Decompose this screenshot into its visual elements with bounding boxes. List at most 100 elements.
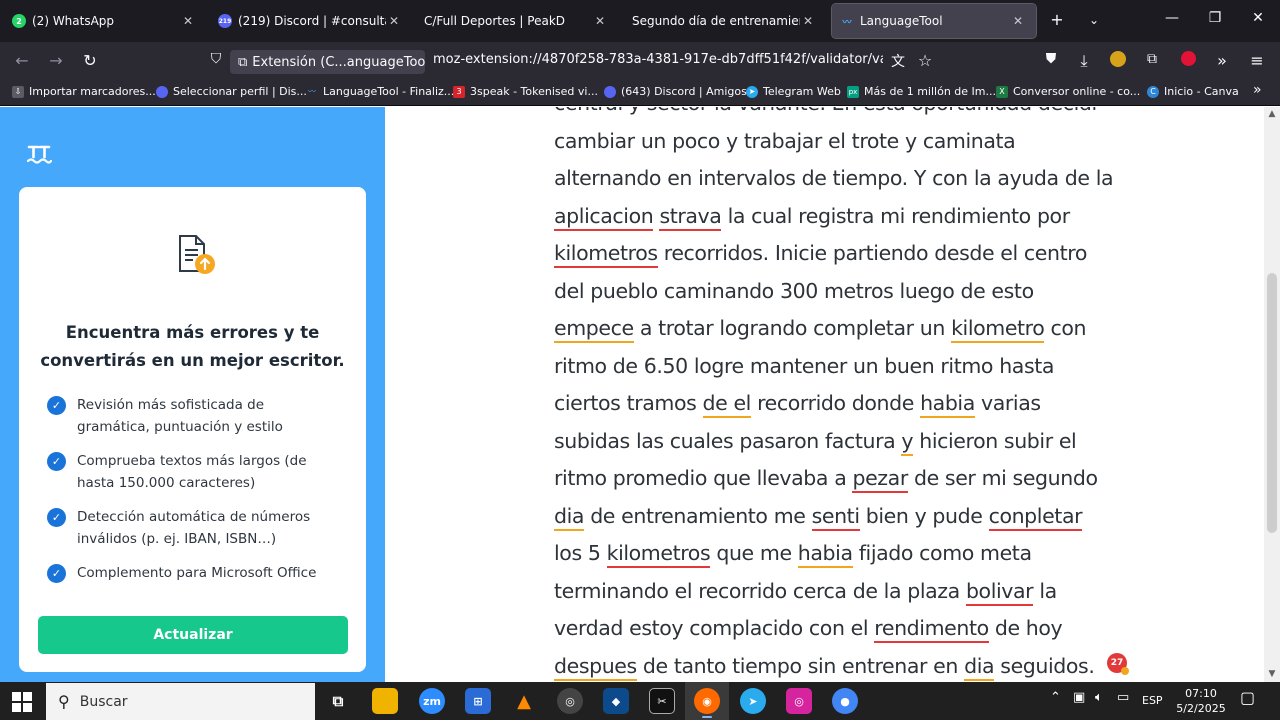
grammar-warning-mark[interactable]: habia <box>920 391 975 418</box>
spelling-error-mark[interactable]: rendimento <box>874 616 989 643</box>
grammar-warning-mark[interactable]: de el <box>702 391 751 418</box>
editor-text: recorrido donde <box>750 391 921 415</box>
new-tab-icon[interactable]: + <box>1046 10 1068 29</box>
back-icon[interactable]: ← <box>11 51 33 70</box>
spelling-error-mark[interactable]: aplicacion <box>554 203 654 231</box>
url-field[interactable]: moz-extension://4870f258-783a-4381-917e-… <box>433 52 883 67</box>
grammar-warning-mark[interactable]: habia <box>797 541 853 568</box>
tab-bar: 2 (2) WhatsApp ✕ 219 (219) Discord | #co… <box>0 0 1280 42</box>
languagetool-icon: 〰 <box>308 87 316 96</box>
tab-list-chevron-icon[interactable]: ⌄ <box>1083 13 1105 27</box>
bookmark-languagetool[interactable]: 〰 LanguageTool - Finaliz... <box>306 85 454 98</box>
editor-text: de entrenamiento me <box>584 503 812 528</box>
close-window-icon[interactable]: ✕ <box>1238 10 1278 26</box>
bookmark-discord-amigos[interactable]: (643) Discord | Amigos <box>604 85 747 98</box>
grammar-warning-mark[interactable]: dia <box>554 503 584 531</box>
import-icon: ⇩ <box>12 85 24 98</box>
bookmark-importar[interactable]: ⇩ Importar marcadores... <box>12 85 156 98</box>
tab-languagetool[interactable]: 〰 LanguageTool ✕ <box>831 3 1037 39</box>
clock[interactable]: 07:10 5/2/2025 <box>1170 686 1232 716</box>
spelling-error-mark[interactable]: senti <box>811 503 860 531</box>
text-editor[interactable]: central y sector la variante. En esta op… <box>554 107 1114 682</box>
grammar-warning-mark[interactable]: dia <box>964 653 995 681</box>
scrollbar-thumb[interactable] <box>1267 273 1277 533</box>
bookmark-conversor[interactable]: X Conversor online - co... <box>996 85 1140 98</box>
firefox-icon[interactable]: ◉ <box>694 688 720 718</box>
downloads-icon[interactable]: ⤓ <box>1073 51 1095 71</box>
grammar-warning-mark[interactable]: empece <box>554 316 634 343</box>
capcut-icon[interactable]: ✂ <box>649 688 675 714</box>
telegram-icon[interactable]: ➤ <box>740 688 766 714</box>
close-tab-icon[interactable]: ✕ <box>800 14 816 28</box>
bookmark-canva[interactable]: C Inicio - Canva <box>1147 85 1239 98</box>
shield-icon[interactable]: ⛉ <box>205 51 227 67</box>
grammar-warning-mark[interactable]: y <box>901 428 914 456</box>
bookmark-seleccionar-perfil[interactable]: Seleccionar perfil | Dis... <box>156 85 307 98</box>
spelling-error-mark[interactable]: kilometros <box>606 541 711 568</box>
notifications-icon[interactable]: ▢ <box>1240 688 1255 707</box>
bookmarks-overflow-icon[interactable]: » <box>1253 82 1262 98</box>
maximize-icon[interactable]: ❐ <box>1195 10 1235 26</box>
peakd-extension-icon[interactable] <box>1177 51 1199 70</box>
taskbar-search[interactable]: ⚲ Buscar <box>46 683 315 720</box>
spelling-error-mark[interactable]: conpletar <box>988 503 1083 531</box>
upgrade-title: Encuentra más errores y te convertirás e… <box>40 323 345 370</box>
tab-whatsapp[interactable]: 2 (2) WhatsApp ✕ <box>4 4 206 38</box>
editor-text: seguidos. <box>994 653 1095 678</box>
bookmark-pexels[interactable]: px Más de 1 millón de Im... <box>847 85 996 98</box>
tray-chevron-icon[interactable]: ⌃ <box>1050 690 1061 705</box>
close-tab-icon[interactable]: ✕ <box>592 14 608 28</box>
canva-icon: C <box>1147 85 1159 98</box>
tray-app-icon[interactable]: ▣ <box>1073 690 1085 705</box>
task-view-icon[interactable]: ⧉ <box>325 688 351 714</box>
app-icon[interactable]: ◆ <box>603 688 629 714</box>
scroll-down-icon[interactable]: ▼ <box>1264 669 1280 679</box>
pocket-icon[interactable]: ⛊ <box>1040 51 1062 67</box>
spelling-error-mark[interactable]: kilometros <box>554 241 658 268</box>
volume-icon[interactable]: 🔈︎ <box>1095 690 1103 705</box>
spelling-error-mark[interactable]: strava <box>659 203 722 231</box>
tab-peakd[interactable]: C/Full Deportes | PeakD ✕ <box>416 4 618 38</box>
close-tab-icon[interactable]: ✕ <box>1010 14 1026 28</box>
instagram-icon[interactable]: ◎ <box>786 688 812 714</box>
extension-identity[interactable]: ⧉ Extensión (C...anguageTool) <box>230 50 425 74</box>
spelling-error-mark[interactable]: bolivar <box>965 578 1034 606</box>
bookmark-3speak[interactable]: 3 3speak - Tokenised vi... <box>453 85 598 98</box>
file-explorer-icon[interactable] <box>372 688 398 714</box>
grammar-warning-mark[interactable]: despues <box>554 653 637 681</box>
translate-icon[interactable]: 文 <box>887 51 909 71</box>
close-tab-icon[interactable]: ✕ <box>386 14 402 28</box>
grammar-warning-mark[interactable]: kilometro <box>951 316 1045 343</box>
discord-icon <box>604 85 616 98</box>
minimize-icon[interactable]: — <box>1152 10 1192 26</box>
3speak-icon: 3 <box>453 85 465 98</box>
bookmark-star-icon[interactable]: ☆ <box>914 51 936 70</box>
tab-discord[interactable]: 219 (219) Discord | #consulta-al-bo ✕ <box>210 4 412 38</box>
microsoft-store-icon[interactable]: ⊞ <box>465 688 491 714</box>
windows-start-icon[interactable] <box>12 692 32 712</box>
tab-entrenamiento[interactable]: Segundo día de entrenamiento (Tr ✕ <box>624 4 826 38</box>
vlc-icon[interactable]: ▲ <box>511 688 537 714</box>
bookmark-telegram[interactable]: ➤ Telegram Web <box>746 85 841 98</box>
editor-text: de tanto tiempo sin entrenar en <box>636 653 965 678</box>
spelling-error-mark[interactable]: pezar <box>852 466 908 493</box>
chrome-icon[interactable]: ● <box>832 688 858 714</box>
extensions-icon[interactable]: ⧉ <box>1141 51 1163 67</box>
search-icon: ⚲ <box>58 692 70 711</box>
forward-icon[interactable]: → <box>45 51 67 70</box>
overflow-chevron-icon[interactable]: » <box>1211 51 1233 70</box>
reload-icon[interactable]: ↻ <box>79 51 101 70</box>
zoom-icon[interactable]: zm <box>419 688 445 714</box>
close-tab-icon[interactable]: ✕ <box>180 14 196 28</box>
feature-item: ✓ Complemento para Microsoft Office <box>47 562 337 584</box>
feature-item: ✓ Comprueba textos más largos (de hasta … <box>47 450 337 494</box>
obs-icon[interactable]: ◎ <box>557 688 583 714</box>
language-indicator[interactable]: ESP <box>1142 694 1163 707</box>
network-icon[interactable]: ▭ <box>1117 690 1129 705</box>
upgrade-button[interactable]: Actualizar <box>38 616 348 654</box>
menu-icon[interactable]: ≡ <box>1246 51 1268 70</box>
scroll-up-icon[interactable]: ▲ <box>1264 109 1280 119</box>
puzzle-icon: ⧉ <box>238 54 248 70</box>
profile-icon[interactable] <box>1107 51 1129 71</box>
languagetool-logo-icon[interactable] <box>26 143 53 171</box>
